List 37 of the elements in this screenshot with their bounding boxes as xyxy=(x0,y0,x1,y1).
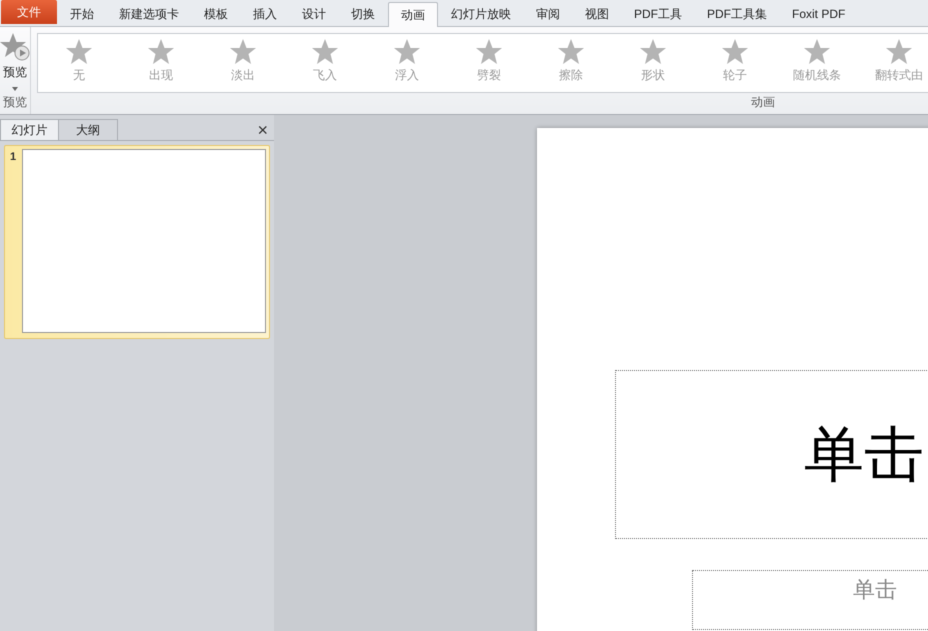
ribbon-tab[interactable]: 新建选项卡 xyxy=(107,1,191,26)
star-icon xyxy=(64,38,94,66)
panel-tab[interactable]: 幻灯片 xyxy=(0,119,59,140)
star-icon xyxy=(392,38,422,66)
star-icon xyxy=(802,38,832,66)
star-icon xyxy=(884,38,914,66)
ribbon-tab[interactable]: 插入 xyxy=(241,1,289,26)
star-icon xyxy=(146,38,176,66)
star-icon xyxy=(638,38,668,66)
close-button[interactable]: × xyxy=(257,119,268,140)
preview-button[interactable]: 预览 xyxy=(0,27,30,91)
ribbon-tab[interactable]: Foxit PDF xyxy=(780,1,858,26)
dropdown-caret-icon xyxy=(12,87,18,91)
slide-thumbnail-row[interactable]: 1 xyxy=(4,145,270,339)
ribbon-tab[interactable]: 切换 xyxy=(339,1,387,26)
ribbon-tab[interactable]: 视图 xyxy=(573,1,621,26)
ribbon-tab[interactable]: PDF工具 xyxy=(622,1,694,26)
ribbon-tab[interactable]: PDF工具集 xyxy=(695,1,779,26)
star-play-icon xyxy=(0,31,30,63)
ribbon-tab[interactable]: 幻灯片放映 xyxy=(439,1,523,26)
slide-subtitle: 单击 xyxy=(853,577,897,602)
slide-number: 1 xyxy=(9,150,18,165)
slide-title: 单击 xyxy=(804,420,924,490)
ribbon-tab[interactable]: 设计 xyxy=(290,1,338,26)
group-label: 动画 xyxy=(751,94,776,111)
star-icon xyxy=(310,38,340,66)
star-icon xyxy=(228,38,258,66)
group-label: 预览 xyxy=(3,94,27,111)
star-icon xyxy=(474,38,504,66)
ribbon-tab[interactable]: 审阅 xyxy=(524,1,572,26)
star-icon xyxy=(720,38,750,66)
star-icon xyxy=(556,38,586,66)
ribbon-tab[interactable]: 开始 xyxy=(58,1,106,26)
ribbon-tab[interactable]: 模板 xyxy=(192,1,240,26)
file-tab[interactable]: 文件 xyxy=(1,0,57,24)
ribbon-tab[interactable]: 动画 xyxy=(388,2,438,27)
panel-tab[interactable]: 大纲 xyxy=(59,119,118,140)
